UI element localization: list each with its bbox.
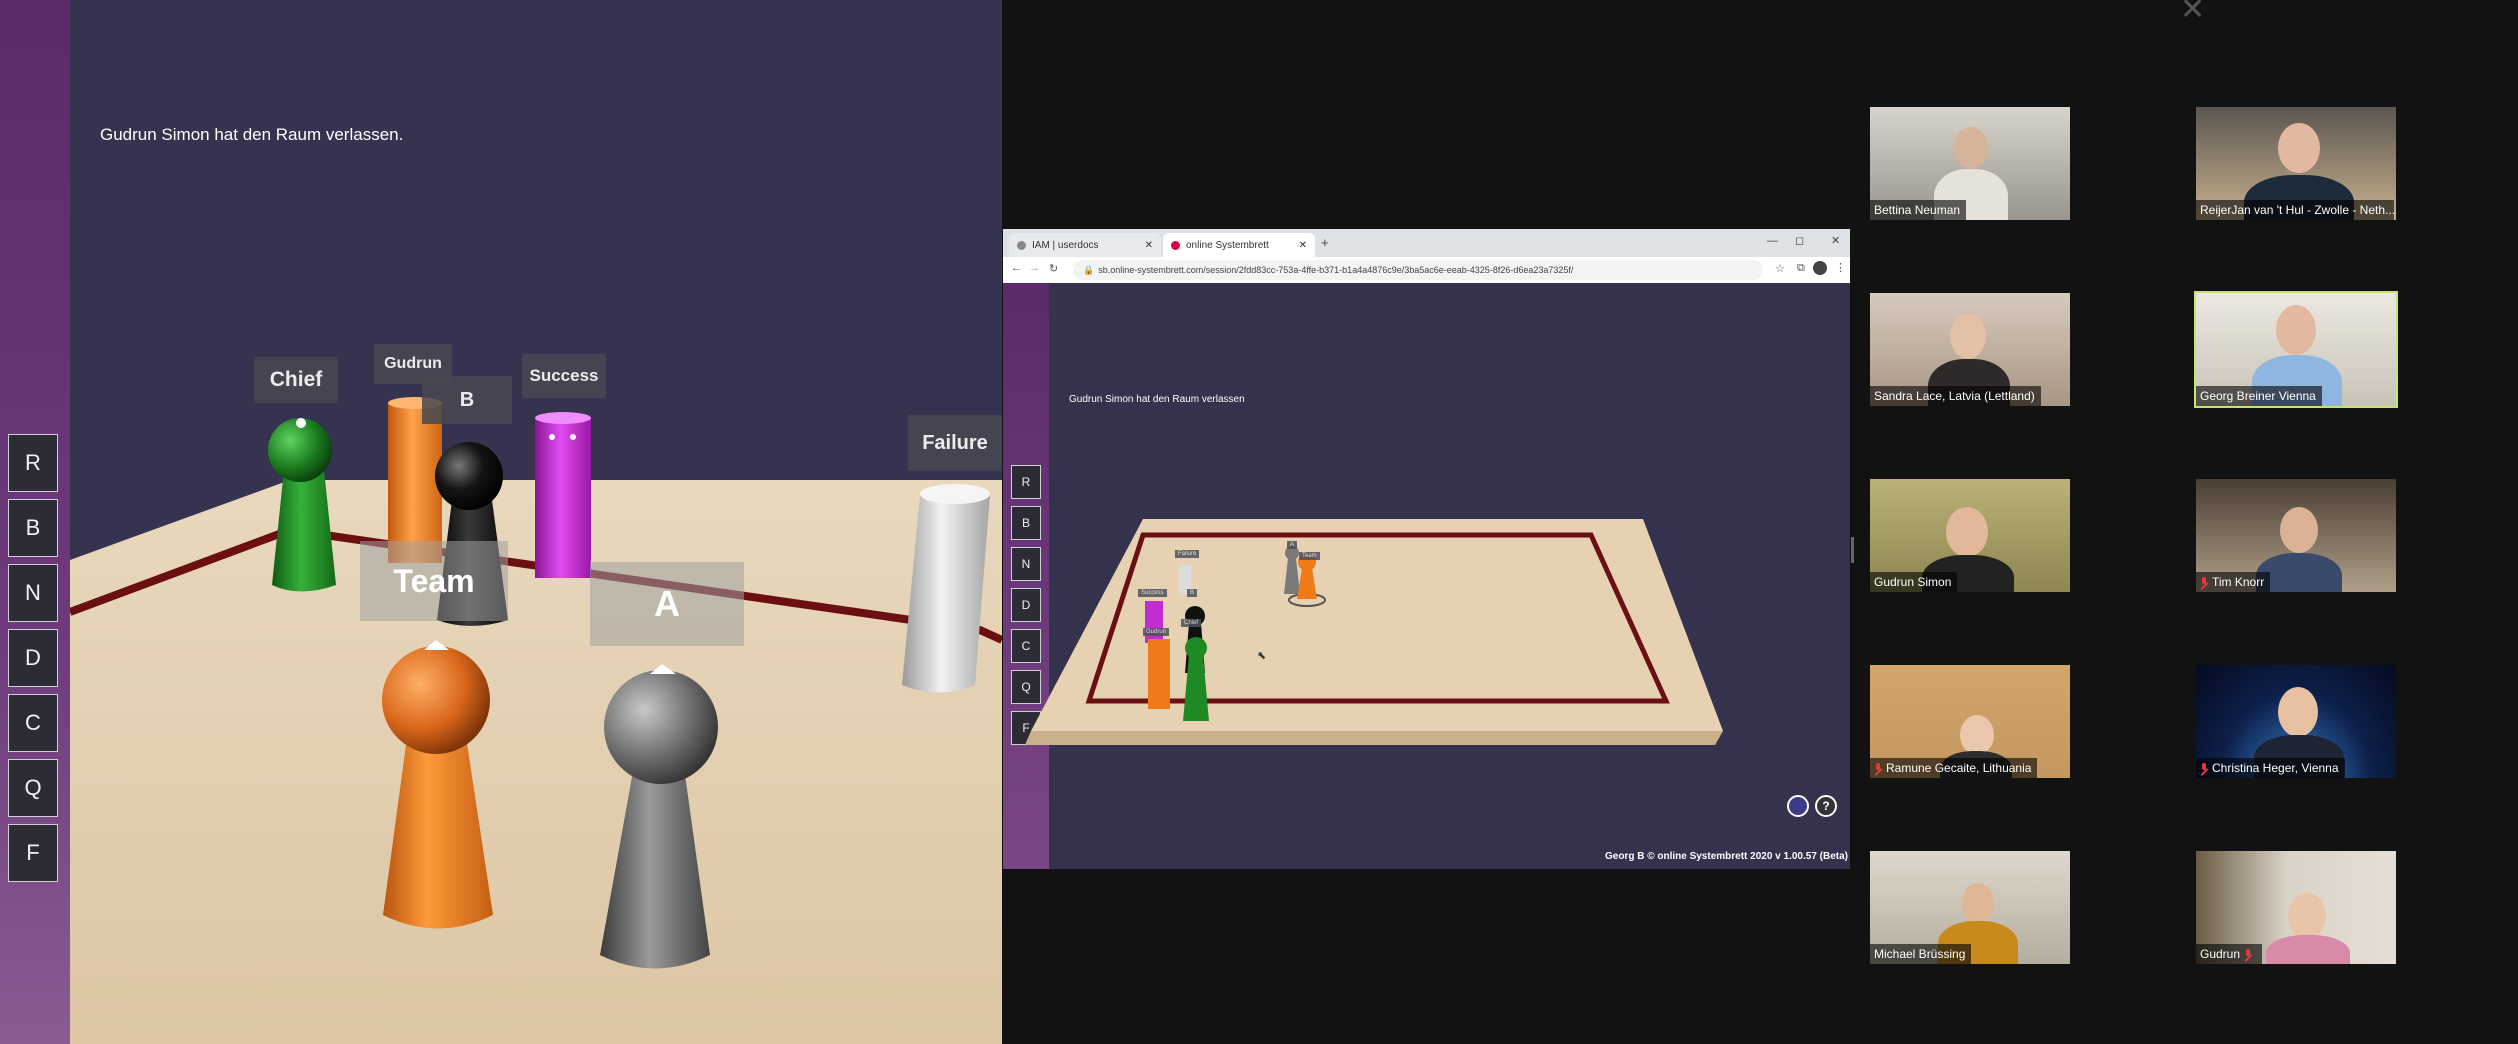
participant-face — [2280, 507, 2318, 553]
minimize-icon[interactable]: — — [1767, 235, 1778, 247]
systembrett-3d-view[interactable]: R B N D C Q F Gudrun Simon hat den Raum … — [0, 0, 1002, 1044]
label-gudrun: Gudrun — [1143, 628, 1170, 636]
tab-label: IAM | userdocs — [1032, 239, 1099, 251]
participant-name: Georg Breiner Vienna — [2196, 386, 2322, 406]
tab-online-systembrett[interactable]: online Systembrett ✕ — [1163, 233, 1315, 257]
participant-name: ReijerJan van 't Hul - Zwolle - Neth... — [2196, 200, 2394, 220]
video-tile[interactable]: Michael Brüssing — [1870, 851, 2070, 964]
mouse-cursor-icon: ⬉ — [1257, 650, 1267, 662]
video-tile[interactable]: Bettina Neuman — [1870, 107, 2070, 220]
tool-column: R B N D C Q F — [8, 434, 60, 889]
video-tile[interactable]: Sandra Lace, Latvia (Lettland) — [1870, 293, 2070, 406]
tab-iam-userdocs[interactable]: IAM | userdocs ✕ — [1009, 233, 1161, 257]
label-a: A — [590, 562, 744, 646]
split-drag-handle[interactable] — [1851, 537, 1854, 563]
tool-n-button[interactable]: N — [8, 564, 58, 622]
piece-success-magenta[interactable] — [535, 412, 591, 578]
participant-name: Gudrun Simon — [1870, 572, 1958, 592]
mic-muted-icon — [2244, 949, 2252, 960]
mic-muted-icon — [2200, 577, 2208, 588]
participant-face — [1946, 507, 1988, 557]
address-bar: ← → ↻ 🔒 sb.online-systembrett.com/session… — [1003, 257, 1850, 284]
label-success: Success — [522, 354, 606, 398]
label-failure: Failure — [908, 415, 1002, 471]
url-text: sb.online-systembrett.com/session/2fdd83… — [1098, 265, 1574, 275]
video-tile[interactable]: Gudrun Simon — [1870, 479, 2070, 592]
participant-name: Tim Knorr — [2196, 572, 2271, 592]
label-team: Team — [1299, 552, 1320, 560]
piece-gudrun-orange[interactable] — [1148, 639, 1170, 709]
tool-r-button[interactable]: R — [8, 434, 58, 492]
forward-arrow-icon[interactable]: → — [1029, 262, 1040, 274]
video-tile[interactable]: Ramune Gecaite, Lithuania — [1870, 665, 2070, 778]
close-icon[interactable]: ✕ — [2180, 0, 2205, 27]
close-window-icon[interactable]: ✕ — [1831, 234, 1840, 247]
participant-face — [2278, 687, 2318, 737]
tool-d-button[interactable]: D — [8, 629, 58, 687]
participant-name: Gudrun — [2196, 944, 2263, 964]
reload-icon[interactable]: ↻ — [1049, 262, 1058, 275]
tab-label: online Systembrett — [1186, 239, 1269, 251]
label-team: Team — [360, 541, 508, 621]
new-tab-button[interactable]: + — [1321, 235, 1329, 250]
participant-name: Ramune Gecaite, Lithuania — [1870, 758, 2038, 778]
label-chief: Chief — [1181, 619, 1202, 627]
tab-favicon-icon — [1171, 240, 1180, 250]
participant-name: Michael Brüssing — [1870, 944, 1972, 964]
systembrett-3d-view-small[interactable]: R B N D C Q F Gudrun Simon hat den Raum … — [1003, 283, 1850, 869]
app-footer: Georg B © online Systembrett 2020 v 1.00… — [1604, 851, 1848, 862]
participant-body — [2266, 935, 2350, 964]
back-arrow-icon[interactable]: ← — [1011, 262, 1022, 274]
tool-b-button[interactable]: B — [8, 499, 58, 557]
profile-avatar-icon[interactable] — [1813, 261, 1827, 275]
browser-tab-bar: IAM | userdocs ✕ online Systembrett ✕ + … — [1003, 229, 1850, 257]
maximize-icon[interactable]: ◻ — [1795, 234, 1804, 247]
video-tile[interactable]: Christina Heger, Vienna — [2196, 665, 2396, 778]
tab-close-icon[interactable]: ✕ — [1299, 240, 1307, 251]
tab-close-icon[interactable]: ✕ — [1145, 240, 1153, 251]
board-edge — [1025, 731, 1723, 745]
label-b: B — [422, 376, 512, 424]
mic-muted-icon — [2200, 763, 2208, 774]
participant-face — [1950, 313, 1986, 359]
participant-face — [2288, 893, 2326, 939]
piece-chief-green[interactable] — [1183, 637, 1209, 721]
label-b: B — [1187, 589, 1198, 597]
lock-icon: 🔒 — [1083, 265, 1095, 275]
participant-face — [1960, 715, 1994, 755]
participant-name: Sandra Lace, Latvia (Lettland) — [1870, 386, 2041, 406]
participant-name: Bettina Neuman — [1870, 200, 1967, 220]
star-icon[interactable]: ☆ — [1775, 262, 1785, 275]
label-a: A — [1287, 541, 1298, 549]
label-failure: Failure — [1175, 550, 1200, 558]
participant-face — [1954, 127, 1988, 169]
tab-favicon-icon — [1017, 240, 1026, 250]
tool-q-button[interactable]: Q — [8, 759, 58, 817]
label-success: Success — [1138, 589, 1167, 597]
video-tile[interactable]: Gudrun — [2196, 851, 2396, 964]
participant-face — [1962, 883, 1994, 923]
room-notice: Gudrun Simon hat den Raum verlassen. — [100, 125, 404, 144]
mic-muted-icon — [1874, 763, 1882, 774]
tool-c-button[interactable]: C — [8, 694, 58, 752]
video-tile[interactable]: ReijerJan van 't Hul - Zwolle - Neth... — [2196, 107, 2396, 220]
label-chief: Chief — [254, 357, 338, 403]
board-scene-small[interactable] — [1003, 283, 1850, 869]
help-button[interactable]: ? — [1815, 795, 1837, 817]
participant-face — [2278, 123, 2320, 173]
participant-face — [2276, 305, 2316, 355]
tool-f-button[interactable]: F — [8, 824, 58, 882]
eye-view-icon[interactable] — [1787, 795, 1809, 817]
shared-browser-window: IAM | userdocs ✕ online Systembrett ✕ + … — [1003, 229, 1850, 869]
piece-success-magenta[interactable] — [1145, 601, 1163, 643]
menu-kebab-icon[interactable]: ⋮ — [1835, 261, 1846, 274]
video-tile-active-speaker[interactable]: Georg Breiner Vienna — [2194, 291, 2398, 408]
board-scene[interactable] — [0, 0, 1002, 1044]
url-input[interactable]: 🔒 sb.online-systembrett.com/session/2fdd8… — [1073, 260, 1763, 280]
participant-name: Christina Heger, Vienna — [2196, 758, 2345, 778]
extensions-icon[interactable]: ⧉ — [1797, 262, 1805, 275]
video-tile[interactable]: Tim Knorr — [2196, 479, 2396, 592]
